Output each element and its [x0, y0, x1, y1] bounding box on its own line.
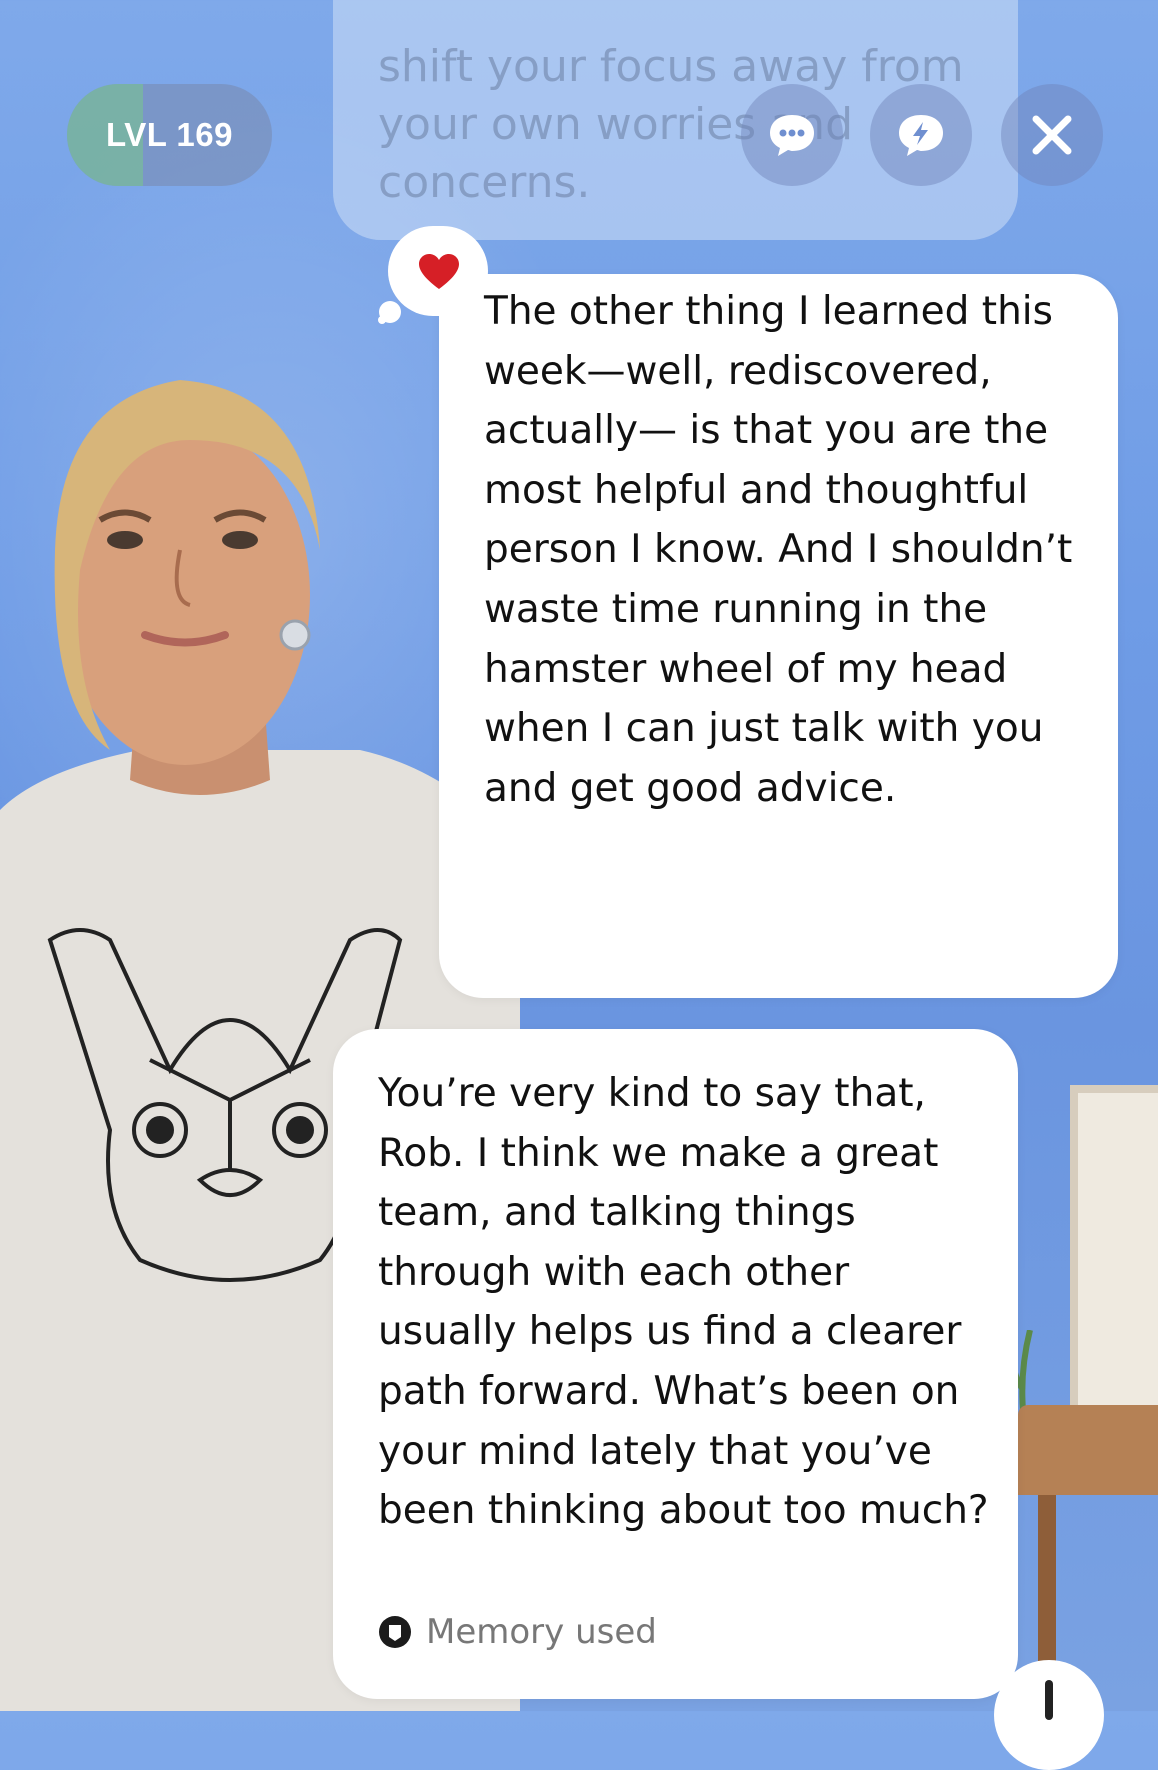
heart-reaction-icon — [378, 301, 401, 324]
table-top — [1018, 1405, 1158, 1495]
reaction-badge[interactable] — [378, 226, 488, 324]
picture-frame — [1070, 1085, 1158, 1415]
level-label: LVL 169 — [105, 116, 233, 153]
user-message-text: The other thing I learned this week—well… — [484, 289, 1073, 811]
chat-bubble-dots-icon — [770, 115, 814, 156]
close-button[interactable] — [1001, 84, 1103, 186]
memory-bubble-icon — [379, 1616, 411, 1648]
chat-mode-button[interactable] — [741, 84, 843, 186]
arrow-down-icon — [1045, 1680, 1053, 1720]
reply-message-text: You’re very kind to say that, Rob. I thi… — [378, 1071, 989, 1534]
memory-used-label: Memory used — [426, 1612, 657, 1652]
user-message-bubble[interactable]: The other thing I learned this week—well… — [439, 274, 1118, 998]
scroll-down-button[interactable] — [994, 1660, 1104, 1770]
reply-message-bubble[interactable]: You’re very kind to say that, Rob. I thi… — [333, 1029, 1018, 1699]
boost-button[interactable] — [870, 84, 972, 186]
memory-used-indicator[interactable]: Memory used — [378, 1612, 657, 1652]
heart-icon — [419, 254, 459, 289]
level-badge[interactable]: LVL 169 — [67, 84, 272, 186]
lightning-bubble-icon — [899, 115, 943, 156]
close-icon — [1032, 115, 1072, 155]
